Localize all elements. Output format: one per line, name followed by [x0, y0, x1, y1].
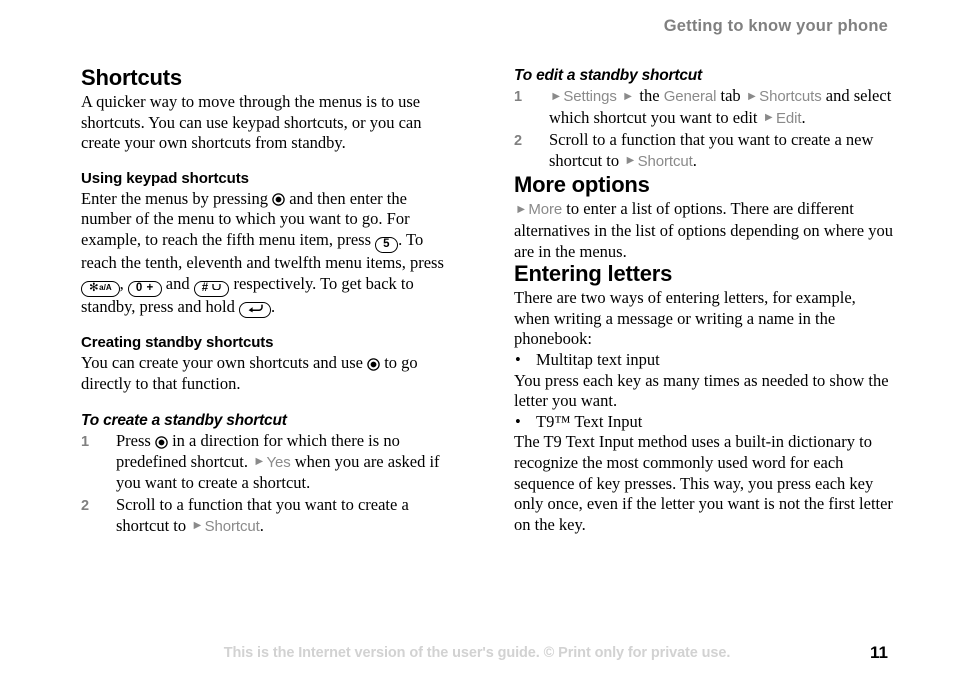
arrow-icon: ► [191, 518, 204, 533]
keypad-shortcuts-paragraph: Enter the menus by pressing and then ent… [81, 188, 459, 319]
bullet-icon: • [515, 411, 521, 431]
entering-letters-bullets-2: • T9™ Text Input [514, 412, 894, 433]
ui-term-more: More [528, 201, 563, 219]
create-shortcut-steps: 1 Press in a direction for which there is… [81, 431, 459, 537]
entering-letters-bullets: • Multitap text input [514, 350, 894, 371]
edit-shortcut-steps: 1 ►Settings ► the General tab ►Shortcuts … [514, 86, 894, 172]
running-header-title: Getting to know your phone [663, 17, 888, 35]
heading-to-edit-a-standby-shortcut: To edit a standby shortcut [514, 67, 702, 84]
page-title-shortcuts: Shortcuts [81, 65, 182, 90]
step-text-part-2: . [692, 150, 697, 170]
ui-term-settings: Settings [563, 88, 617, 105]
bullet-label-multitap: Multitap text input [536, 349, 660, 369]
heading-using-keypad-shortcuts: Using keypad shortcuts [81, 169, 249, 187]
heading-creating-standby-shortcuts: Creating standby shortcuts [81, 334, 274, 352]
back-key-icon [238, 302, 271, 319]
page-title-entering-letters: Entering letters [514, 261, 673, 287]
list-item: • Multitap text input [514, 350, 894, 371]
ui-term-shortcut: Shortcut [204, 517, 260, 535]
creating-text-part-1: You can create your own shortcuts and us… [81, 353, 363, 373]
keypad-text-part-4: , [119, 273, 128, 293]
arrow-icon: ► [624, 153, 637, 168]
more-options-text: to enter a list of options. There are di… [514, 199, 893, 261]
more-options-paragraph: ►More to enter a list of options. There … [514, 199, 894, 262]
step-text-part-1: the [639, 86, 660, 105]
key-5-icon: 5 [375, 236, 399, 253]
list-item: 2 Scroll to a function that you want to c… [81, 495, 459, 537]
key-0-sublabel: + [146, 281, 154, 294]
list-item: 1 ►Settings ► the General tab ►Shortcuts … [514, 86, 894, 129]
t9-description: The T9 Text Input method uses a built-in… [514, 432, 893, 534]
key-star-icon: ✻a/A [81, 280, 120, 297]
arrow-icon: ► [745, 88, 759, 103]
ui-term-yes: Yes [266, 453, 291, 471]
bullet-label-t9: T9™ Text Input [536, 411, 643, 431]
creating-shortcuts-paragraph: You can create your own shortcuts and us… [81, 353, 459, 394]
key-star-label: ✻ [89, 281, 100, 294]
step-number: 1 [514, 89, 523, 105]
ui-term-edit: Edit [776, 109, 802, 127]
multitap-description: You press each key as many times as need… [514, 370, 889, 411]
footer-copyright-note: This is the Internet version of the user… [223, 645, 731, 661]
joystick-icon [367, 356, 380, 371]
joystick-icon [272, 191, 285, 207]
step-text-part-1: Press [116, 431, 151, 451]
keypad-text-part-1: Enter the menus by pressing [81, 188, 268, 208]
heading-to-create-a-standby-shortcut: To create a standby shortcut [81, 412, 287, 430]
document-page: Getting to know your phone Shortcuts A q… [0, 0, 954, 677]
step-number: 2 [81, 498, 90, 515]
key-0-icon: 0 + [127, 280, 162, 297]
arrow-icon: ► [762, 110, 776, 125]
right-column: To edit a standby shortcut 1 ►Settings ► … [514, 66, 894, 535]
space-symbol-icon [212, 284, 222, 291]
arrow-icon: ► [253, 454, 266, 469]
arrow-icon: ► [515, 201, 528, 216]
step-text-part-2: tab [720, 86, 741, 105]
left-column: Shortcuts A quicker way to move through … [81, 66, 459, 538]
step-text-part-1: Scroll to a function that you want to cr… [549, 130, 874, 170]
step-text-part-4: . [801, 107, 806, 127]
ui-term-shortcut: Shortcut [637, 152, 693, 170]
page-number: 11 [870, 643, 888, 662]
joystick-icon [155, 434, 168, 449]
entering-letters-intro: There are two ways of entering letters, … [514, 288, 856, 349]
key-hash-icon: # [193, 280, 230, 297]
step-number: 1 [81, 434, 90, 451]
keypad-text-part-7: . [270, 296, 276, 316]
arrow-icon: ► [550, 88, 563, 103]
step-number: 2 [514, 133, 523, 150]
key-star-sublabel: a/A [99, 283, 112, 293]
keypad-text-part-5: and [165, 273, 190, 293]
page-title-more-options: More options [514, 172, 650, 198]
list-item: 1 Press in a direction for which there is… [81, 431, 459, 494]
back-arrow-icon [248, 304, 263, 313]
ui-term-shortcuts: Shortcuts [759, 88, 822, 105]
arrow-icon: ► [621, 88, 635, 103]
shortcuts-intro-paragraph: A quicker way to move through the menus … [81, 92, 422, 153]
key-5-label: 5 [383, 237, 391, 250]
list-item: 2 Scroll to a function that you want to c… [514, 130, 894, 172]
ui-term-general: General [663, 88, 717, 105]
key-0-label: 0 [135, 281, 143, 294]
key-hash-label: # [201, 281, 209, 294]
list-item: • T9™ Text Input [514, 412, 894, 433]
bullet-icon: • [515, 349, 521, 369]
step-text-part-2: . [259, 515, 264, 535]
